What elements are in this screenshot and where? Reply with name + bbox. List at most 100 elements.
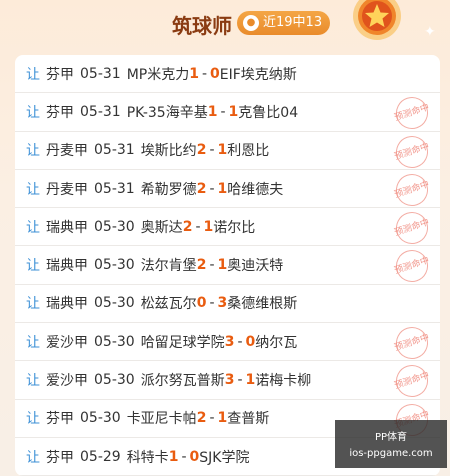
league-name: 瑞典甲 (46, 296, 88, 313)
handicap-tag: 让 (26, 66, 40, 83)
league-name: 丹麦甲 (46, 181, 88, 198)
prediction-hit-stamp: 预测命中 (391, 322, 433, 364)
match-row[interactable]: 让瑞典甲 05-30 法尔肯堡 2-1 奥迪沃特 预测 命中 (15, 246, 440, 287)
score-separator: - (220, 103, 226, 120)
handicap-tag: 让 (26, 296, 40, 313)
league-name: 瑞典甲 (46, 258, 88, 275)
handicap-tag: 让 (26, 181, 40, 198)
home-score: 1 (207, 103, 218, 120)
match-date: 05-31 (80, 103, 121, 120)
score-separator: - (209, 295, 215, 312)
match-date: 05-31 (80, 65, 121, 82)
away-score: 1 (245, 372, 256, 389)
away-score: 1 (228, 103, 239, 120)
home-team: MP米克力 (126, 66, 190, 83)
home-score: 0 (196, 295, 207, 312)
prediction-hit-stamp: 预测命中 (391, 246, 433, 287)
sparkle-icon: ✦ (424, 24, 436, 40)
home-team: 法尔肯堡 (140, 258, 197, 275)
prediction-hit-stamp: 预测命中 (391, 93, 433, 134)
home-team: 希勒罗德 (140, 181, 197, 198)
prediction-hit-stamp: 预测命中 (391, 361, 433, 402)
match-row[interactable]: 让芬甲 05-31 PK-35海辛基 1-1 克鲁比04 预测 命中 (15, 93, 440, 134)
match-date: 05-31 (94, 180, 135, 197)
away-score: 0 (245, 333, 256, 350)
score-separator: - (201, 65, 208, 82)
header: 筑球师 ● 近19中13 ✦ (0, 0, 450, 50)
home-team: 奥斯达 (140, 219, 183, 236)
home-score: 2 (196, 180, 207, 197)
prediction-hit-stamp: 预测命中 (391, 169, 433, 211)
match-date: 05-30 (94, 333, 135, 350)
home-score: 2 (182, 218, 193, 235)
away-team: 克鲁比04 (238, 104, 299, 121)
match-row[interactable]: 让爱沙甲 05-30 哈留足球学院 3-0 纳尔瓦 预测 命中 (15, 322, 440, 364)
away-team: EIF埃克纳斯 (219, 66, 297, 83)
match-row[interactable]: 让瑞典甲 05-30 松兹瓦尔 0-3 桑德维根斯 (15, 285, 440, 324)
away-team: 奥迪沃特 (227, 258, 284, 275)
home-score: 3 (224, 333, 235, 350)
watermark: PP体育 ios-ppgame.com (335, 420, 447, 468)
away-score: 0 (189, 448, 200, 465)
home-score: 2 (196, 142, 207, 159)
league-name: 芬甲 (46, 411, 74, 428)
away-team: 查普斯 (227, 411, 270, 428)
score-separator: - (237, 372, 243, 389)
league-name: 丹麦甲 (46, 143, 88, 160)
match-date: 05-30 (94, 218, 135, 235)
match-row[interactable]: 让瑞典甲 05-30 奥斯达 2-1 诺尔比 预测 命中 (15, 208, 440, 249)
away-score: 1 (217, 410, 228, 427)
handicap-tag: 让 (26, 373, 40, 390)
home-score: 3 (224, 372, 235, 389)
home-team: 科特卡 (126, 449, 169, 466)
page-title: 筑球师 (172, 14, 232, 38)
match-row[interactable]: 让爱沙甲 05-30 派尔努瓦普斯 3-1 诺梅卡柳 预测 命中 (15, 361, 440, 402)
away-score: 1 (217, 180, 228, 197)
match-list: 让芬甲 05-31 MP米克力 1-0 EIF埃克纳斯让芬甲 05-31 PK-35海辛基 1… (15, 55, 440, 476)
score-separator: - (209, 142, 215, 159)
league-name: 芬甲 (46, 449, 74, 466)
away-score: 3 (217, 295, 228, 312)
prediction-hit-stamp: 预测命中 (391, 208, 433, 249)
league-name: 瑞典甲 (46, 219, 88, 236)
home-team: PK-35海辛基 (126, 104, 208, 121)
match-row[interactable]: 让芬甲 05-31 MP米克力 1-0 EIF埃克纳斯 (15, 55, 440, 94)
away-score: 1 (217, 257, 228, 274)
match-date: 05-30 (94, 295, 135, 312)
home-team: 卡亚尼卡帕 (126, 411, 197, 428)
handicap-tag: 让 (26, 219, 40, 236)
record-dot-icon: ● (243, 15, 259, 31)
match-date: 05-30 (94, 372, 135, 389)
handicap-tag: 让 (26, 334, 40, 351)
home-team: 松兹瓦尔 (140, 296, 197, 313)
score-separator: - (209, 410, 215, 427)
home-score: 2 (196, 410, 207, 427)
home-score: 2 (196, 257, 207, 274)
away-team: 桑德维根斯 (227, 296, 298, 313)
record-badge: ● 近19中13 (237, 11, 331, 35)
star-medal-icon (353, 0, 401, 40)
away-score: 1 (203, 218, 214, 235)
score-separator: - (181, 448, 187, 465)
handicap-tag: 让 (26, 449, 40, 466)
away-team: SJK学院 (199, 449, 250, 466)
away-score: 1 (217, 142, 228, 159)
home-team: 派尔努瓦普斯 (140, 373, 225, 390)
league-name: 爱沙甲 (46, 373, 88, 390)
away-team: 诺尔比 (213, 219, 256, 236)
league-name: 芬甲 (46, 66, 74, 83)
score-separator: - (195, 218, 201, 235)
record-label: 近19中13 (263, 15, 323, 30)
score-separator: - (209, 180, 215, 197)
away-team: 诺梅卡柳 (255, 373, 312, 390)
away-team: 纳尔瓦 (255, 334, 298, 351)
handicap-tag: 让 (26, 258, 40, 275)
away-team: 哈维德夫 (227, 181, 284, 198)
match-date: 05-30 (80, 410, 121, 427)
home-score: 1 (189, 65, 199, 82)
match-date: 05-29 (80, 448, 121, 465)
score-separator: - (237, 333, 243, 350)
match-row[interactable]: 让丹麦甲 05-31 埃斯比约 2-1 利恩比 预测 命中 (15, 131, 440, 172)
handicap-tag: 让 (26, 143, 40, 160)
match-row[interactable]: 让丹麦甲 05-31 希勒罗德 2-1 哈维德夫 预测 命中 (15, 169, 440, 211)
